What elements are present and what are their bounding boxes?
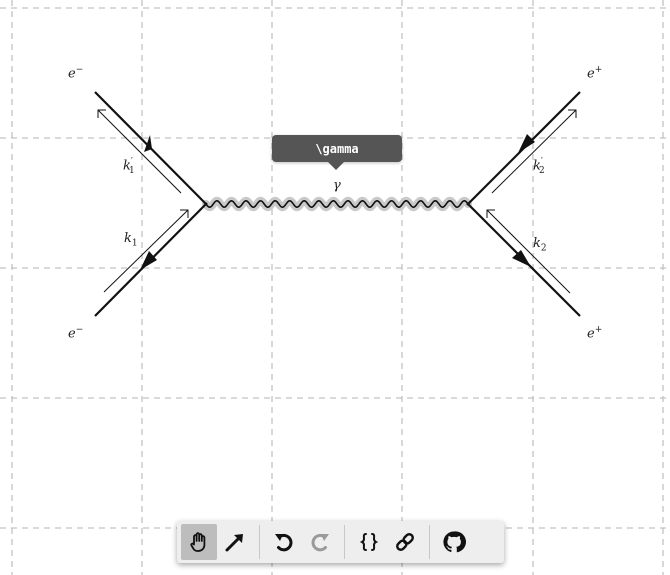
particle-label-bottom-left[interactable]: e−	[68, 325, 84, 342]
draw-line-tool-button[interactable]	[217, 524, 253, 560]
github-icon	[443, 531, 466, 553]
github-link-button[interactable]	[436, 524, 472, 560]
diagram-canvas[interactable]: e− e− e+ e+ k′1 k1 k′2 k2 γ	[0, 0, 670, 575]
label-subscript: 1	[128, 165, 135, 176]
vertex-right[interactable]	[466, 202, 470, 206]
arrow-icon	[225, 534, 243, 552]
hand-icon	[190, 532, 206, 552]
share-link-button[interactable]	[387, 524, 423, 560]
momentum-arrow-k1	[103, 209, 189, 293]
label-charge: +	[594, 325, 603, 335]
undo-icon	[275, 533, 293, 552]
braces-icon	[359, 533, 379, 551]
redo-button[interactable]	[302, 524, 338, 560]
redo-icon	[311, 533, 329, 552]
toolbar-separator	[429, 525, 430, 559]
momentum-label-k2[interactable]: k2	[533, 237, 547, 254]
label-charge: −	[75, 325, 84, 335]
pan-tool-button[interactable]	[181, 524, 217, 560]
particle-label-top-left[interactable]: e−	[68, 65, 84, 82]
label-charge: −	[75, 65, 84, 75]
momentum-arrow-k2-prime	[491, 109, 577, 194]
label-subscript: 2	[540, 243, 547, 254]
particle-label-top-right[interactable]: e+	[587, 65, 603, 82]
momentum-label-k1[interactable]: k1	[124, 232, 138, 249]
photon-label[interactable]: γ	[333, 179, 341, 192]
label-text: k	[533, 236, 541, 251]
link-icon	[396, 533, 414, 551]
label-text: e	[68, 326, 76, 342]
momentum-arrow-k1-prime	[97, 109, 182, 194]
label-text: e	[587, 326, 595, 342]
toolbar-separator	[344, 525, 345, 559]
vertex-left[interactable]	[204, 202, 208, 206]
momentum-label-k2-prime[interactable]: k′2	[533, 158, 545, 176]
momentum-label-k1-prime[interactable]: k′1	[123, 158, 135, 176]
label-text: k	[124, 231, 132, 246]
tooltip-arrow	[328, 162, 344, 170]
label-source-tooltip: \gamma	[272, 135, 402, 162]
label-text: e	[587, 66, 595, 82]
label-subscript: 2	[538, 165, 545, 176]
label-subscript: 1	[131, 238, 138, 249]
toolbar	[177, 521, 504, 563]
label-charge: +	[594, 65, 603, 75]
label-text: e	[68, 66, 76, 82]
particle-label-bottom-right[interactable]: e+	[587, 325, 603, 342]
momentum-arrow-k2	[486, 209, 571, 294]
toolbar-separator	[259, 525, 260, 559]
export-code-button[interactable]	[351, 524, 387, 560]
arrowhead-bottom-right	[512, 250, 531, 267]
background-grid	[0, 0, 670, 575]
undo-button[interactable]	[266, 524, 302, 560]
